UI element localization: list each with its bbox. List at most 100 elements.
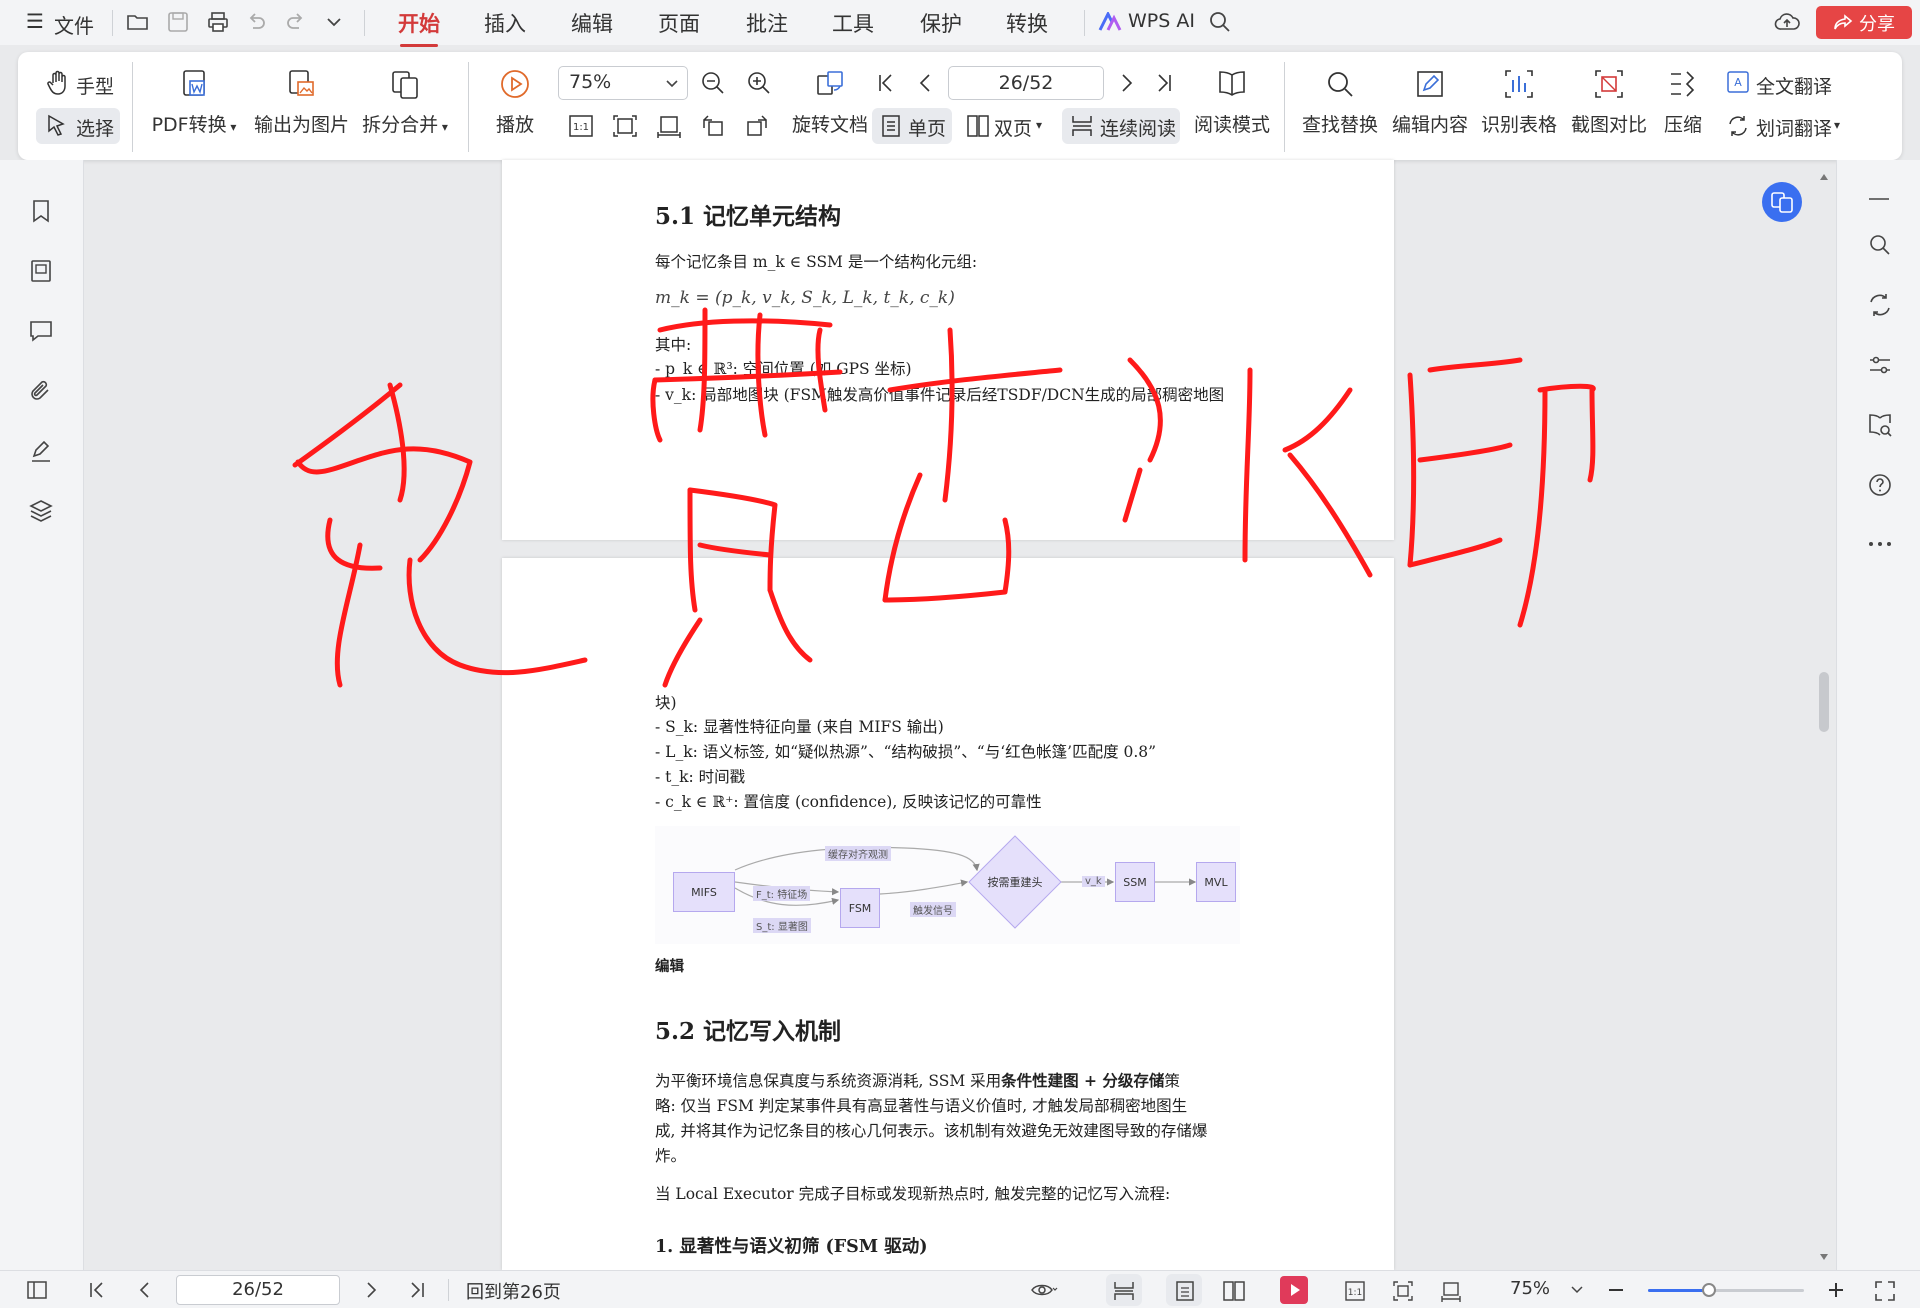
previous-page-icon[interactable] [916,72,936,94]
next-page-icon[interactable] [1116,72,1136,94]
undo-icon[interactable] [244,10,268,34]
signature-icon[interactable] [28,438,54,464]
next-page-icon[interactable] [362,1281,380,1299]
single-page-icon[interactable] [1174,1280,1196,1302]
search-icon[interactable] [1867,232,1893,258]
zoom-percentage[interactable]: 75% [1510,1278,1550,1299]
chevron-down-icon[interactable]: ▾ [1036,118,1042,132]
zoom-out-icon[interactable] [700,70,726,96]
tab-protect[interactable]: 保护 [920,8,962,38]
first-page-icon[interactable] [876,72,896,94]
fit-width-icon[interactable] [1440,1280,1462,1302]
double-page-button[interactable]: 双页 [994,114,1032,141]
fit-width-icon[interactable] [656,114,682,138]
play-icon[interactable] [1280,1276,1308,1304]
tab-annotate[interactable]: 批注 [746,8,788,38]
chevron-down-icon [666,80,678,88]
last-page-icon[interactable] [1154,72,1174,94]
cloud-upload-icon[interactable] [1774,9,1800,35]
pdf-convert-button[interactable]: PDF转换 ▾ [150,68,238,137]
thumbnail-icon[interactable] [28,258,54,284]
search-icon[interactable] [1208,10,1232,34]
fit-page-icon[interactable] [1392,1280,1414,1302]
zoom-slider-track[interactable] [1648,1283,1804,1297]
rotate-left-icon[interactable] [700,114,726,138]
zoom-out-icon[interactable] [1606,1281,1626,1299]
page-number-input[interactable]: 26/52 [948,66,1104,100]
comment-icon[interactable] [28,318,54,344]
chevron-down-icon[interactable] [1570,1284,1584,1296]
zoom-select[interactable]: 75% [558,66,688,100]
more-icon[interactable] [1867,540,1893,548]
redo-icon[interactable] [284,10,308,34]
continuous-read-icon[interactable] [1112,1280,1136,1302]
layers-icon[interactable] [28,498,54,524]
book-search-icon[interactable] [1867,412,1893,438]
print-icon[interactable] [206,10,230,34]
hand-tool-button[interactable]: 手型 [76,72,114,99]
wps-ai-logo-icon[interactable] [1098,12,1122,32]
floating-translate-icon[interactable] [1760,180,1804,224]
tab-convert[interactable]: 转换 [1006,8,1048,38]
actual-size-icon[interactable]: 1:1 [568,114,594,138]
attachment-icon[interactable] [28,378,54,404]
zoom-slider-thumb[interactable] [1702,1283,1716,1297]
chevron-down-icon[interactable] [324,12,344,32]
compress-button[interactable]: 压缩 [1660,68,1706,137]
scroll-thumb[interactable] [1819,672,1829,732]
sidebar-toggle-icon[interactable] [26,1280,48,1300]
rotate-right-icon[interactable] [744,114,770,138]
actual-size-icon[interactable]: 1:1 [1344,1280,1366,1302]
eye-icon[interactable] [1030,1280,1058,1300]
single-page-button[interactable]: 单页 [908,114,946,141]
find-replace-button[interactable]: 查找替换 [1300,68,1380,137]
previous-page-icon[interactable] [136,1281,154,1299]
share-button[interactable]: 分享 [1816,6,1912,39]
full-translate-button[interactable]: 全文翻译 [1756,72,1832,99]
tab-tools[interactable]: 工具 [832,8,874,38]
export-image-button[interactable]: 输出为图片 [254,68,349,137]
bookmark-icon[interactable] [28,198,54,224]
word-translate-button[interactable]: 划词翻译 [1756,114,1832,141]
open-folder-icon[interactable] [126,10,150,34]
tab-insert[interactable]: 插入 [484,8,526,38]
tab-start[interactable]: 开始 [398,8,440,47]
file-menu[interactable]: 文件 [54,10,94,39]
wps-ai-button[interactable]: WPS AI [1128,10,1195,32]
screenshot-compare-icon [1595,70,1623,98]
play-button[interactable]: 播放 [490,68,540,137]
translate-icon[interactable] [1867,292,1893,318]
status-page-input[interactable]: 26/52 [176,1275,340,1305]
screenshot-compare-button[interactable]: 截图对比 [1568,68,1650,137]
zoom-in-icon[interactable] [1826,1280,1846,1300]
zoom-slider-fill [1648,1289,1708,1292]
continuous-read-button[interactable]: 连续阅读 [1100,114,1176,141]
recognize-table-button[interactable]: 识别表格 [1478,68,1560,137]
scroll-up-icon[interactable] [1819,172,1829,182]
edit-content-button[interactable]: 编辑内容 [1390,68,1470,137]
last-page-icon[interactable] [408,1281,426,1299]
settings-sliders-icon[interactable] [1867,352,1893,378]
fullscreen-icon[interactable] [1874,1280,1896,1302]
save-icon[interactable] [166,10,190,34]
vertical-scrollbar[interactable] [1817,172,1831,1262]
chevron-down-icon[interactable]: ▾ [1834,118,1840,132]
fit-page-icon[interactable] [612,114,638,138]
select-tool-button[interactable]: 选择 [76,114,114,141]
rotate-document-button[interactable]: 旋转文档 [784,68,876,137]
rotate-document-icon [817,71,843,95]
scroll-down-icon[interactable] [1819,1252,1829,1262]
tab-edit[interactable]: 编辑 [571,8,613,38]
hamburger-menu-icon[interactable]: ☰ [26,9,44,33]
double-page-icon[interactable] [1222,1280,1246,1302]
back-to-page-link[interactable]: 回到第26页 [466,1278,561,1304]
split-merge-button[interactable]: 拆分合并 ▾ [360,68,450,137]
tab-page[interactable]: 页面 [658,8,700,38]
collapse-bar-icon[interactable] [1867,196,1891,202]
list-item: - v_k: 局部地图块 (FSM触发高价值事件记录后经TSDF/DCN生成的局… [655,386,1225,404]
first-page-icon[interactable] [88,1281,106,1299]
help-icon[interactable] [1867,472,1893,498]
zoom-in-icon[interactable] [746,70,772,96]
double-page-icon [967,115,989,137]
read-mode-button[interactable]: 阅读模式 [1190,68,1274,137]
